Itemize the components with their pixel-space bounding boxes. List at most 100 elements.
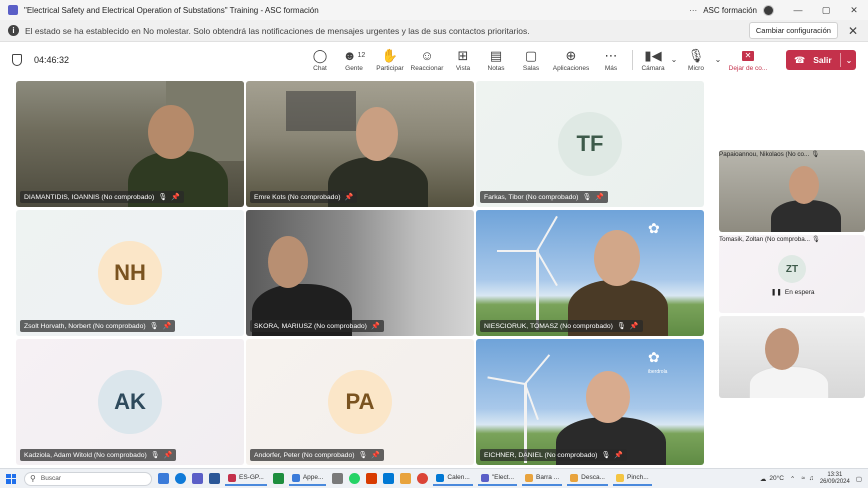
teams-icon: [8, 5, 18, 15]
whatsapp-icon[interactable]: [349, 473, 361, 484]
participant-head: [148, 105, 194, 159]
participant-avatar: TF: [558, 112, 622, 176]
pin-icon[interactable]: 📌: [171, 193, 180, 201]
pin-icon[interactable]: 📌: [371, 322, 380, 330]
participant-avatar: PA: [328, 370, 392, 434]
mic-off-icon: 🎙: [149, 323, 159, 330]
participant-tile[interactable]: SKORA, MARIUSZ (No comprobado) 📌: [246, 210, 474, 336]
stop-sharing-button[interactable]: ✕ Dejar de co...: [725, 42, 771, 78]
mic-button[interactable]: 🎙 Micro: [681, 42, 711, 78]
participant-head: [765, 328, 799, 370]
participant-tile[interactable]: ✿ iberdrola EICHNER, DANIEL (No comproba…: [476, 339, 704, 465]
pin-icon[interactable]: 📌: [164, 451, 173, 459]
camera-button[interactable]: ▮◀ Cámara: [639, 42, 667, 78]
taskbar-search[interactable]: ⚲ Buscar: [24, 471, 152, 486]
more-button[interactable]: ⋯ Más: [596, 42, 626, 78]
participant-tile[interactable]: TF Farkas, Tibor (No comprobado) 🎙 📌: [476, 81, 704, 207]
acrobat-icon[interactable]: [366, 473, 378, 484]
taskbar-app[interactable]: Calen...: [433, 472, 473, 486]
leave-button[interactable]: ☎ Salir ⌄: [786, 50, 856, 70]
pin-icon[interactable]: 📌: [595, 193, 604, 201]
pin-icon[interactable]: 📌: [163, 322, 172, 330]
app-icon: [436, 473, 445, 482]
apps-button[interactable]: ⊕ Aplicaciones: [546, 42, 596, 78]
close-window-button[interactable]: ✕: [840, 5, 868, 16]
mic-options-button[interactable]: ⌄: [711, 42, 725, 78]
participant-tile[interactable]: AK Kadziola, Adam Witold (No comprobado)…: [16, 339, 244, 465]
outlook-icon[interactable]: [383, 473, 395, 484]
notifications-icon[interactable]: ▢: [856, 475, 862, 483]
people-button[interactable]: ☻ 12 Gente: [332, 42, 376, 78]
participant-name-tag: Zsolt Horvath, Norbert (No comprobado) 🎙…: [20, 320, 176, 332]
participant-name-tag: Tomasik, Zoltan (No comproba... 🎙: [719, 236, 820, 243]
participant-tile[interactable]: ✿ NIESCIORUK, TOMASZ (No comprobado) 🎙 📌: [476, 210, 704, 336]
notes-icon: ▤: [489, 48, 503, 63]
participant-tile[interactable]: NH Zsolt Horvath, Norbert (No comprobado…: [16, 210, 244, 336]
minimize-button[interactable]: —: [784, 5, 812, 15]
chrome-icon[interactable]: [417, 473, 429, 484]
taskbar-app[interactable]: Appe...: [288, 472, 327, 486]
side-participant-tile[interactable]: ZT ❚❚ En espera Tomasik, Zoltan (No comp…: [719, 235, 865, 313]
side-participant-tile[interactable]: [719, 316, 865, 398]
taskbar-clock[interactable]: 13:31 26/09/2024: [820, 472, 850, 486]
emoji-icon: ☺: [420, 48, 434, 63]
turbine-blade: [497, 250, 537, 252]
mic-off-icon: 🎙: [811, 236, 820, 243]
taskbar-app[interactable]: Desca...: [567, 472, 608, 486]
taskbar-app[interactable]: Barra ...: [522, 472, 563, 486]
participant-head: [586, 371, 630, 423]
org-name[interactable]: ASC formación: [703, 6, 757, 15]
meeting-toolbar: 04:46:32 ◯ Chat ☻ 12 Gente ✋ Participar ☺…: [0, 42, 868, 78]
windows-start-icon[interactable]: [6, 473, 16, 484]
word-icon[interactable]: [209, 473, 220, 484]
iberdrola-logo-icon: ✿: [648, 349, 660, 365]
org-avatar[interactable]: [763, 4, 774, 16]
settings-icon[interactable]: [332, 473, 344, 484]
participant-body: [771, 200, 841, 232]
more-options-icon[interactable]: ···: [683, 6, 703, 15]
weather-temp[interactable]: 20°C: [769, 475, 784, 482]
search-icon: ⚲: [30, 474, 36, 483]
task-view-icon[interactable]: [158, 473, 169, 484]
turbine-blade: [524, 354, 551, 385]
pin-icon[interactable]: 📌: [614, 451, 623, 459]
teams-icon[interactable]: [192, 473, 203, 484]
volume-icon[interactable]: ♫: [809, 475, 814, 482]
weather-icon[interactable]: ☁: [760, 475, 767, 483]
taskbar-app[interactable]: "Elect...: [477, 472, 518, 486]
edge-icon[interactable]: [175, 473, 186, 484]
pin-icon[interactable]: 📌: [630, 322, 639, 330]
wifi-icon[interactable]: ≈: [801, 475, 805, 482]
video-stage: DIAMANTIDIS, IOANNIS (No comprobado) 🎙 📌…: [0, 78, 868, 468]
side-participant-tile[interactable]: Papaioannou, Nikolaos (No co... 🎙: [719, 150, 865, 232]
rooms-icon: ▢: [524, 48, 538, 63]
camera-options-button[interactable]: ⌄: [667, 42, 681, 78]
turbine-blade: [536, 215, 558, 252]
raise-hand-button[interactable]: ✋ Participar: [376, 42, 404, 78]
mic-off-icon: 🎙: [582, 194, 592, 201]
notes-button[interactable]: ▤ Notas: [476, 42, 516, 78]
participant-tile[interactable]: DIAMANTIDIS, IOANNIS (No comprobado) 🎙 📌: [16, 81, 244, 207]
change-settings-button[interactable]: Cambiar configuración: [748, 22, 838, 39]
iberdrola-logo-icon: ✿: [648, 220, 660, 236]
toolbar-actions: ◯ Chat ☻ 12 Gente ✋ Participar ☺ Reaccion…: [308, 42, 771, 78]
view-button[interactable]: ⊞ Vista: [450, 42, 476, 78]
chevron-up-icon[interactable]: ⌃: [790, 475, 795, 483]
folder-icon[interactable]: [400, 473, 412, 484]
wind-turbine: [536, 250, 539, 330]
chevron-down-icon[interactable]: ⌄: [846, 56, 853, 65]
taskbar-app[interactable]: Pinch...: [612, 472, 652, 486]
chat-button[interactable]: ◯ Chat: [308, 42, 332, 78]
pin-icon[interactable]: 📌: [371, 451, 380, 459]
participant-tile[interactable]: Emre Kots (No comprobado) 📌: [246, 81, 474, 207]
rooms-button[interactable]: ▢ Salas: [516, 42, 546, 78]
banner-close-icon[interactable]: ✕: [848, 24, 858, 38]
brand-logo-text: iberdrola: [648, 369, 668, 375]
mic-off-icon: 🎙: [616, 323, 626, 330]
taskbar-app[interactable]: ES-GP...: [225, 472, 267, 486]
pin-icon[interactable]: 📌: [345, 193, 354, 201]
react-button[interactable]: ☺ Reaccionar: [404, 42, 450, 78]
participant-tile[interactable]: PA Andorfer, Peter (No comprobado) 🎙 📌: [246, 339, 474, 465]
excel-icon[interactable]: [272, 473, 284, 484]
maximize-button[interactable]: ▢: [812, 5, 840, 16]
